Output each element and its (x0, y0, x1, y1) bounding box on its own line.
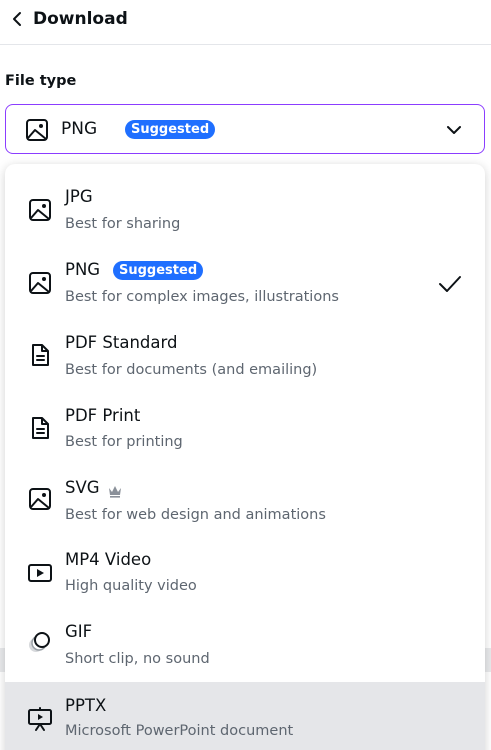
file-type-select[interactable]: PNG Suggested (5, 104, 485, 154)
option-subtitle: Best for documents (and emailing) (65, 362, 318, 378)
option-png[interactable]: PNG Suggested Best for complex images, i… (5, 247, 485, 320)
option-subtitle: Best for complex images, illustrations (65, 289, 339, 305)
option-title: SVG (65, 478, 100, 497)
option-subtitle: Best for web design and animations (65, 507, 326, 523)
chevron-left-icon (13, 12, 21, 26)
option-subtitle: Microsoft PowerPoint document (65, 723, 294, 739)
selected-file-type: PNG (61, 119, 98, 139)
file-type-dropdown: JPG Best for sharing PNG Suggested Best … (5, 164, 485, 750)
file-type-label: File type (5, 73, 77, 89)
option-subtitle: High quality video (65, 578, 197, 594)
crown-icon (107, 483, 123, 498)
video-play-icon (27, 560, 53, 586)
document-icon (27, 342, 53, 368)
image-icon (27, 486, 53, 512)
image-icon (24, 117, 50, 143)
option-title: GIF (65, 622, 93, 641)
option-title: PPTX (65, 696, 107, 715)
option-pdf-standard[interactable]: PDF Standard Best for documents (and ema… (5, 320, 485, 393)
option-title: PNG (65, 260, 101, 279)
option-svg[interactable]: SVG Best for web design and animations (5, 466, 485, 539)
option-jpg[interactable]: JPG Best for sharing (5, 174, 485, 247)
panel-header: Download (0, 0, 491, 45)
option-subtitle: Short clip, no sound (65, 651, 210, 667)
option-subtitle: Best for sharing (65, 216, 181, 232)
option-gif[interactable]: GIF Short clip, no sound (5, 612, 485, 685)
option-mp4-video[interactable]: MP4 Video High quality video (5, 539, 485, 612)
suggested-badge: Suggested (125, 120, 216, 139)
image-icon (27, 270, 53, 296)
back-button[interactable] (7, 8, 27, 30)
option-title: PDF Standard (65, 333, 178, 352)
gif-circles-icon (27, 629, 53, 655)
option-pptx[interactable]: PPTX Microsoft PowerPoint document (5, 682, 485, 750)
document-icon (27, 415, 53, 441)
checkmark-icon (437, 273, 463, 295)
suggested-badge: Suggested (113, 261, 204, 280)
presentation-icon (27, 706, 53, 732)
option-title: MP4 Video (65, 550, 152, 569)
image-icon (27, 197, 53, 223)
option-subtitle: Best for printing (65, 434, 183, 450)
chevron-down-icon (444, 120, 464, 140)
option-title: PDF Print (65, 406, 141, 425)
page-title: Download (33, 9, 128, 29)
option-pdf-print[interactable]: PDF Print Best for printing (5, 393, 485, 466)
option-title: JPG (65, 187, 93, 206)
